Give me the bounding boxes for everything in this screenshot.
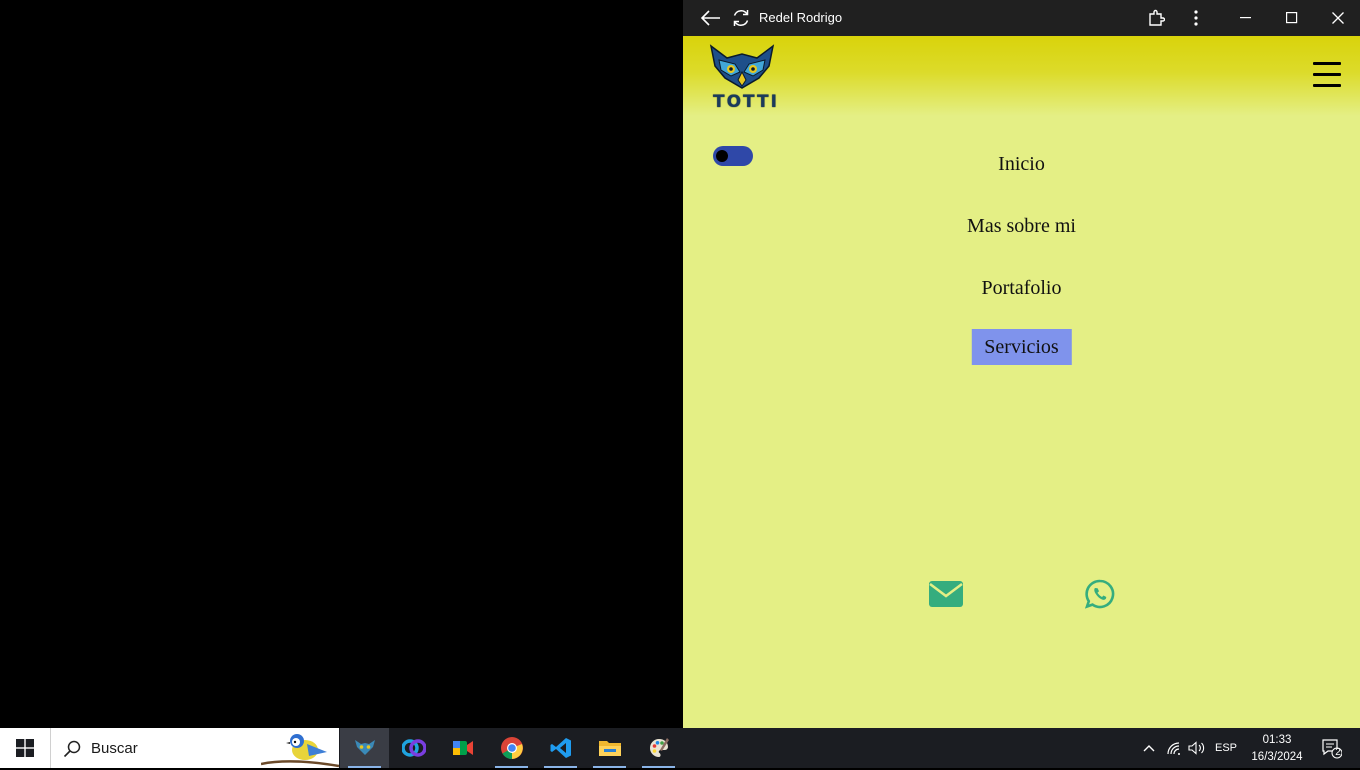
minimize-icon[interactable] bbox=[1223, 0, 1269, 36]
vscode-icon bbox=[550, 738, 571, 758]
webex-icon bbox=[401, 739, 426, 757]
site-logo[interactable]: TOTTI bbox=[707, 42, 779, 112]
chevron-up-icon bbox=[1143, 745, 1155, 752]
owl-logo-icon bbox=[709, 44, 775, 89]
taskbar-meet[interactable] bbox=[438, 728, 487, 768]
notification-count: 2 bbox=[1335, 747, 1341, 758]
clock[interactable]: 01:33 16/3/2024 bbox=[1248, 732, 1306, 766]
chrome-icon bbox=[500, 737, 523, 759]
whatsapp-icon[interactable] bbox=[1084, 579, 1115, 614]
site-header: TOTTI bbox=[683, 36, 1360, 116]
language-indicator[interactable]: ESP bbox=[1212, 728, 1240, 768]
more-options-icon[interactable] bbox=[1186, 0, 1206, 36]
maximize-icon[interactable] bbox=[1269, 0, 1315, 36]
search-icon bbox=[63, 740, 81, 758]
owl-app-icon bbox=[354, 740, 375, 755]
windows-icon bbox=[16, 739, 34, 757]
network-icon[interactable] bbox=[1164, 728, 1184, 768]
titlebar: Redel Rodrigo bbox=[683, 0, 1360, 36]
file-explorer-icon bbox=[598, 741, 621, 756]
search-placeholder: Buscar bbox=[91, 740, 138, 757]
close-icon[interactable] bbox=[1315, 0, 1360, 36]
show-hidden-icons[interactable] bbox=[1140, 728, 1158, 768]
taskbar: Buscar ESP 01:33 16/3/2024 2 bbox=[0, 728, 1360, 768]
nav-item-inicio[interactable]: Inicio bbox=[985, 146, 1058, 182]
start-button[interactable] bbox=[0, 728, 50, 768]
taskbar-owl-app[interactable] bbox=[340, 728, 389, 768]
taskbar-paint[interactable] bbox=[634, 728, 683, 768]
clock-date: 16/3/2024 bbox=[1251, 751, 1303, 763]
theme-toggle[interactable] bbox=[713, 146, 753, 166]
clock-time: 01:33 bbox=[1262, 734, 1292, 746]
bird-illustration-icon bbox=[261, 734, 339, 768]
nav-item-portafolio[interactable]: Portafolio bbox=[969, 270, 1075, 306]
nav-item-servicios[interactable]: Servicios bbox=[971, 329, 1072, 365]
logo-text: TOTTI bbox=[713, 92, 779, 112]
app-window: Redel Rodrigo TOTTI Inicio Mas sobre mi … bbox=[683, 0, 1360, 728]
meet-icon bbox=[452, 741, 473, 755]
notifications-button[interactable]: 2 bbox=[1316, 728, 1346, 768]
hamburger-menu-icon[interactable] bbox=[1313, 62, 1341, 88]
window-title: Redel Rodrigo bbox=[759, 10, 843, 25]
taskbar-chrome[interactable] bbox=[487, 728, 536, 768]
toggle-knob bbox=[716, 150, 728, 162]
taskbar-webex[interactable] bbox=[389, 728, 438, 768]
taskbar-search[interactable]: Buscar bbox=[50, 728, 339, 768]
volume-icon[interactable] bbox=[1186, 728, 1208, 768]
taskbar-vscode[interactable] bbox=[536, 728, 585, 768]
back-icon[interactable] bbox=[699, 0, 723, 36]
taskbar-file-explorer[interactable] bbox=[585, 728, 634, 768]
refresh-icon[interactable] bbox=[729, 0, 753, 36]
nav-item-mas-sobre-mi[interactable]: Mas sobre mi bbox=[954, 208, 1089, 244]
envelope-icon[interactable] bbox=[929, 581, 963, 612]
extensions-icon[interactable] bbox=[1145, 0, 1167, 36]
paint-icon bbox=[649, 738, 669, 757]
